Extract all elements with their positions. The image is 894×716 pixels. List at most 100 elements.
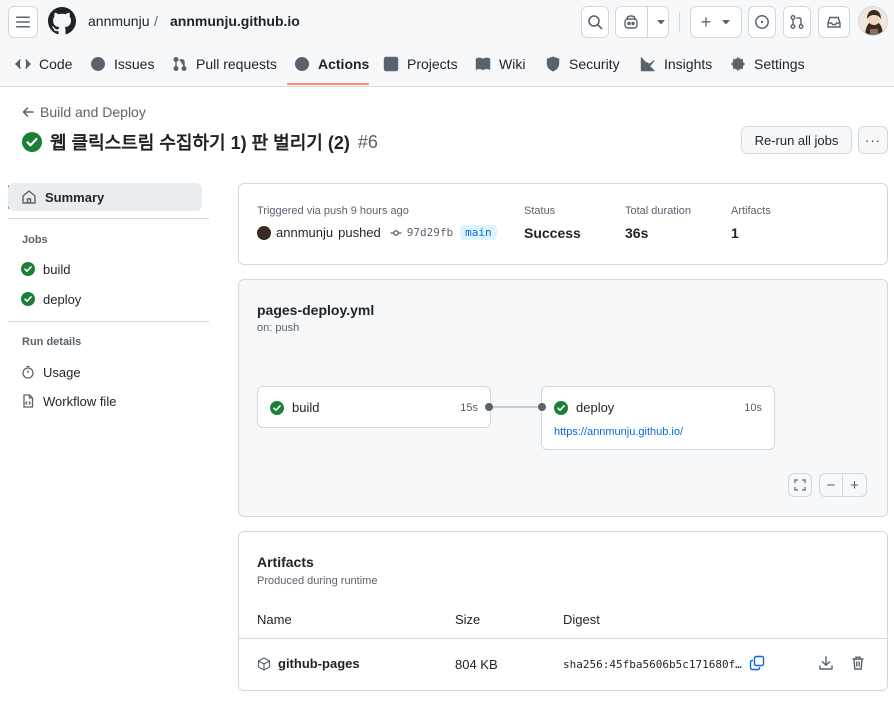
back-link[interactable]: Build and Deploy [22,104,146,120]
job-node-deploy[interactable]: deploy 10s https://annmunju.github.io/ [541,386,775,450]
job-node-header: build [270,400,319,415]
run-summary-card: Triggered via push 9 hours ago annmunju … [238,183,888,265]
copy-digest-button[interactable] [749,655,765,671]
run-title: 웹 클릭스트림 수집하기 1) 판 벌리기 (2) #6 [22,129,378,155]
tab-label: Settings [754,56,805,72]
jobs-heading: Jobs [22,234,48,246]
sidebar-item-label: Usage [43,364,81,380]
github-logo-icon[interactable] [48,7,76,35]
workflow-trigger: on: push [257,322,300,334]
workflow-name: Build and Deploy [40,104,146,120]
package-icon [257,656,271,671]
zoom-in-button[interactable]: + [843,473,867,497]
menu-button[interactable] [8,6,38,38]
artifact-digest: sha256:45fba5606b5c171680f… [563,658,742,671]
sidebar-job-build[interactable]: build [8,255,202,283]
copilot-icon [624,15,638,29]
branch-label[interactable]: main [460,225,497,240]
artifact-size: 804 KB [455,657,498,672]
tab-code[interactable]: Code [15,50,72,78]
avatar[interactable] [858,6,888,36]
tab-label: Projects [407,56,458,72]
issue-icon [91,57,105,71]
download-artifact-button[interactable] [818,655,834,671]
status-value: Success [524,225,581,241]
commit-sha[interactable]: 97d29fb [407,226,453,239]
job-duration: 10s [744,402,762,414]
tab-issues[interactable]: Issues [90,50,154,78]
sidebar-item-label: Workflow file [43,393,117,409]
sidebar-item-workflow-file[interactable]: Workflow file [8,387,202,415]
issue-opened-icon [755,15,769,29]
breadcrumb-owner[interactable]: annmunju [88,13,150,29]
sidebar-item-summary[interactable]: Summary [8,183,202,211]
tab-settings[interactable]: Settings [730,50,805,78]
tab-wiki[interactable]: Wiki [475,50,525,78]
job-name: deploy [576,400,615,415]
breadcrumb-separator: / [154,13,158,29]
status-label: Status [524,205,556,217]
run-number: #6 [357,131,378,152]
tab-actions[interactable]: Actions [294,50,369,78]
workflow-file-name[interactable]: pages-deploy.yml [257,302,374,318]
check-circle-fill-icon [21,292,35,306]
search-icon [588,15,603,30]
hamburger-icon [16,16,30,28]
screen-full-icon [794,479,806,491]
trash-icon [852,656,864,670]
edge-port-in [538,403,546,411]
file-code-icon [23,394,34,408]
copy-icon [749,655,765,671]
actor-avatar[interactable] [257,225,271,240]
artifacts-label: Artifacts [731,205,771,217]
tab-insights[interactable]: Insights [640,50,712,78]
sidebar-divider [8,321,209,322]
artifact-name-cell[interactable]: github-pages [257,656,360,671]
zoom-out-button[interactable]: − [819,473,843,497]
tab-label: Security [569,56,620,72]
search-button[interactable] [581,6,609,38]
issues-button[interactable] [748,6,776,38]
check-circle-fill-icon [22,132,42,152]
column-header-digest: Digest [563,612,600,627]
chevron-down-icon [722,20,731,25]
job-edge [493,406,538,408]
inbox-button[interactable] [818,6,850,38]
tab-projects[interactable]: Projects [383,50,458,78]
copilot-button[interactable] [615,6,669,38]
sidebar-item-usage[interactable]: Usage [8,358,202,386]
rerun-all-jobs-button[interactable]: Re-run all jobs [741,126,852,154]
tab-label: Insights [664,56,713,72]
check-circle-fill-icon [554,400,568,415]
job-node-build[interactable]: build 15s [257,386,491,428]
actor-name[interactable]: annmunju [276,225,333,240]
artifact-name: github-pages [278,656,360,671]
table-icon [383,56,399,72]
pull-requests-button[interactable] [783,6,811,38]
deploy-url-link[interactable]: https://annmunju.github.io/ [554,426,683,438]
push-action: pushed [338,225,381,240]
book-icon [475,57,491,71]
tab-security[interactable]: Security [545,50,620,78]
check-circle-fill-icon [21,262,35,276]
workflow-graph-card: pages-deploy.yml on: push build 15s depl… [238,279,888,517]
stopwatch-icon [22,365,34,379]
sidebar-divider [8,218,209,219]
sidebar-job-deploy[interactable]: deploy [8,285,202,313]
job-duration: 15s [460,402,478,414]
column-header-name: Name [257,612,292,627]
arrow-left-icon [22,107,34,117]
push-info: annmunju pushed 97d29fb main [257,225,497,240]
tab-label: Wiki [499,56,526,72]
tab-pull-requests[interactable]: Pull requests [172,50,277,78]
fullscreen-button[interactable] [788,473,812,497]
breadcrumb-repo[interactable]: annmunju.github.io [170,13,300,29]
delete-artifact-button[interactable] [850,655,866,671]
tab-label: Code [39,56,73,72]
active-tab-indicator [287,83,369,85]
more-options-button[interactable]: ··· [858,126,888,154]
create-new-button[interactable]: + [690,6,742,38]
run-details-heading: Run details [22,336,82,348]
plus-icon: + [700,11,712,32]
tab-label: Pull requests [196,56,277,72]
